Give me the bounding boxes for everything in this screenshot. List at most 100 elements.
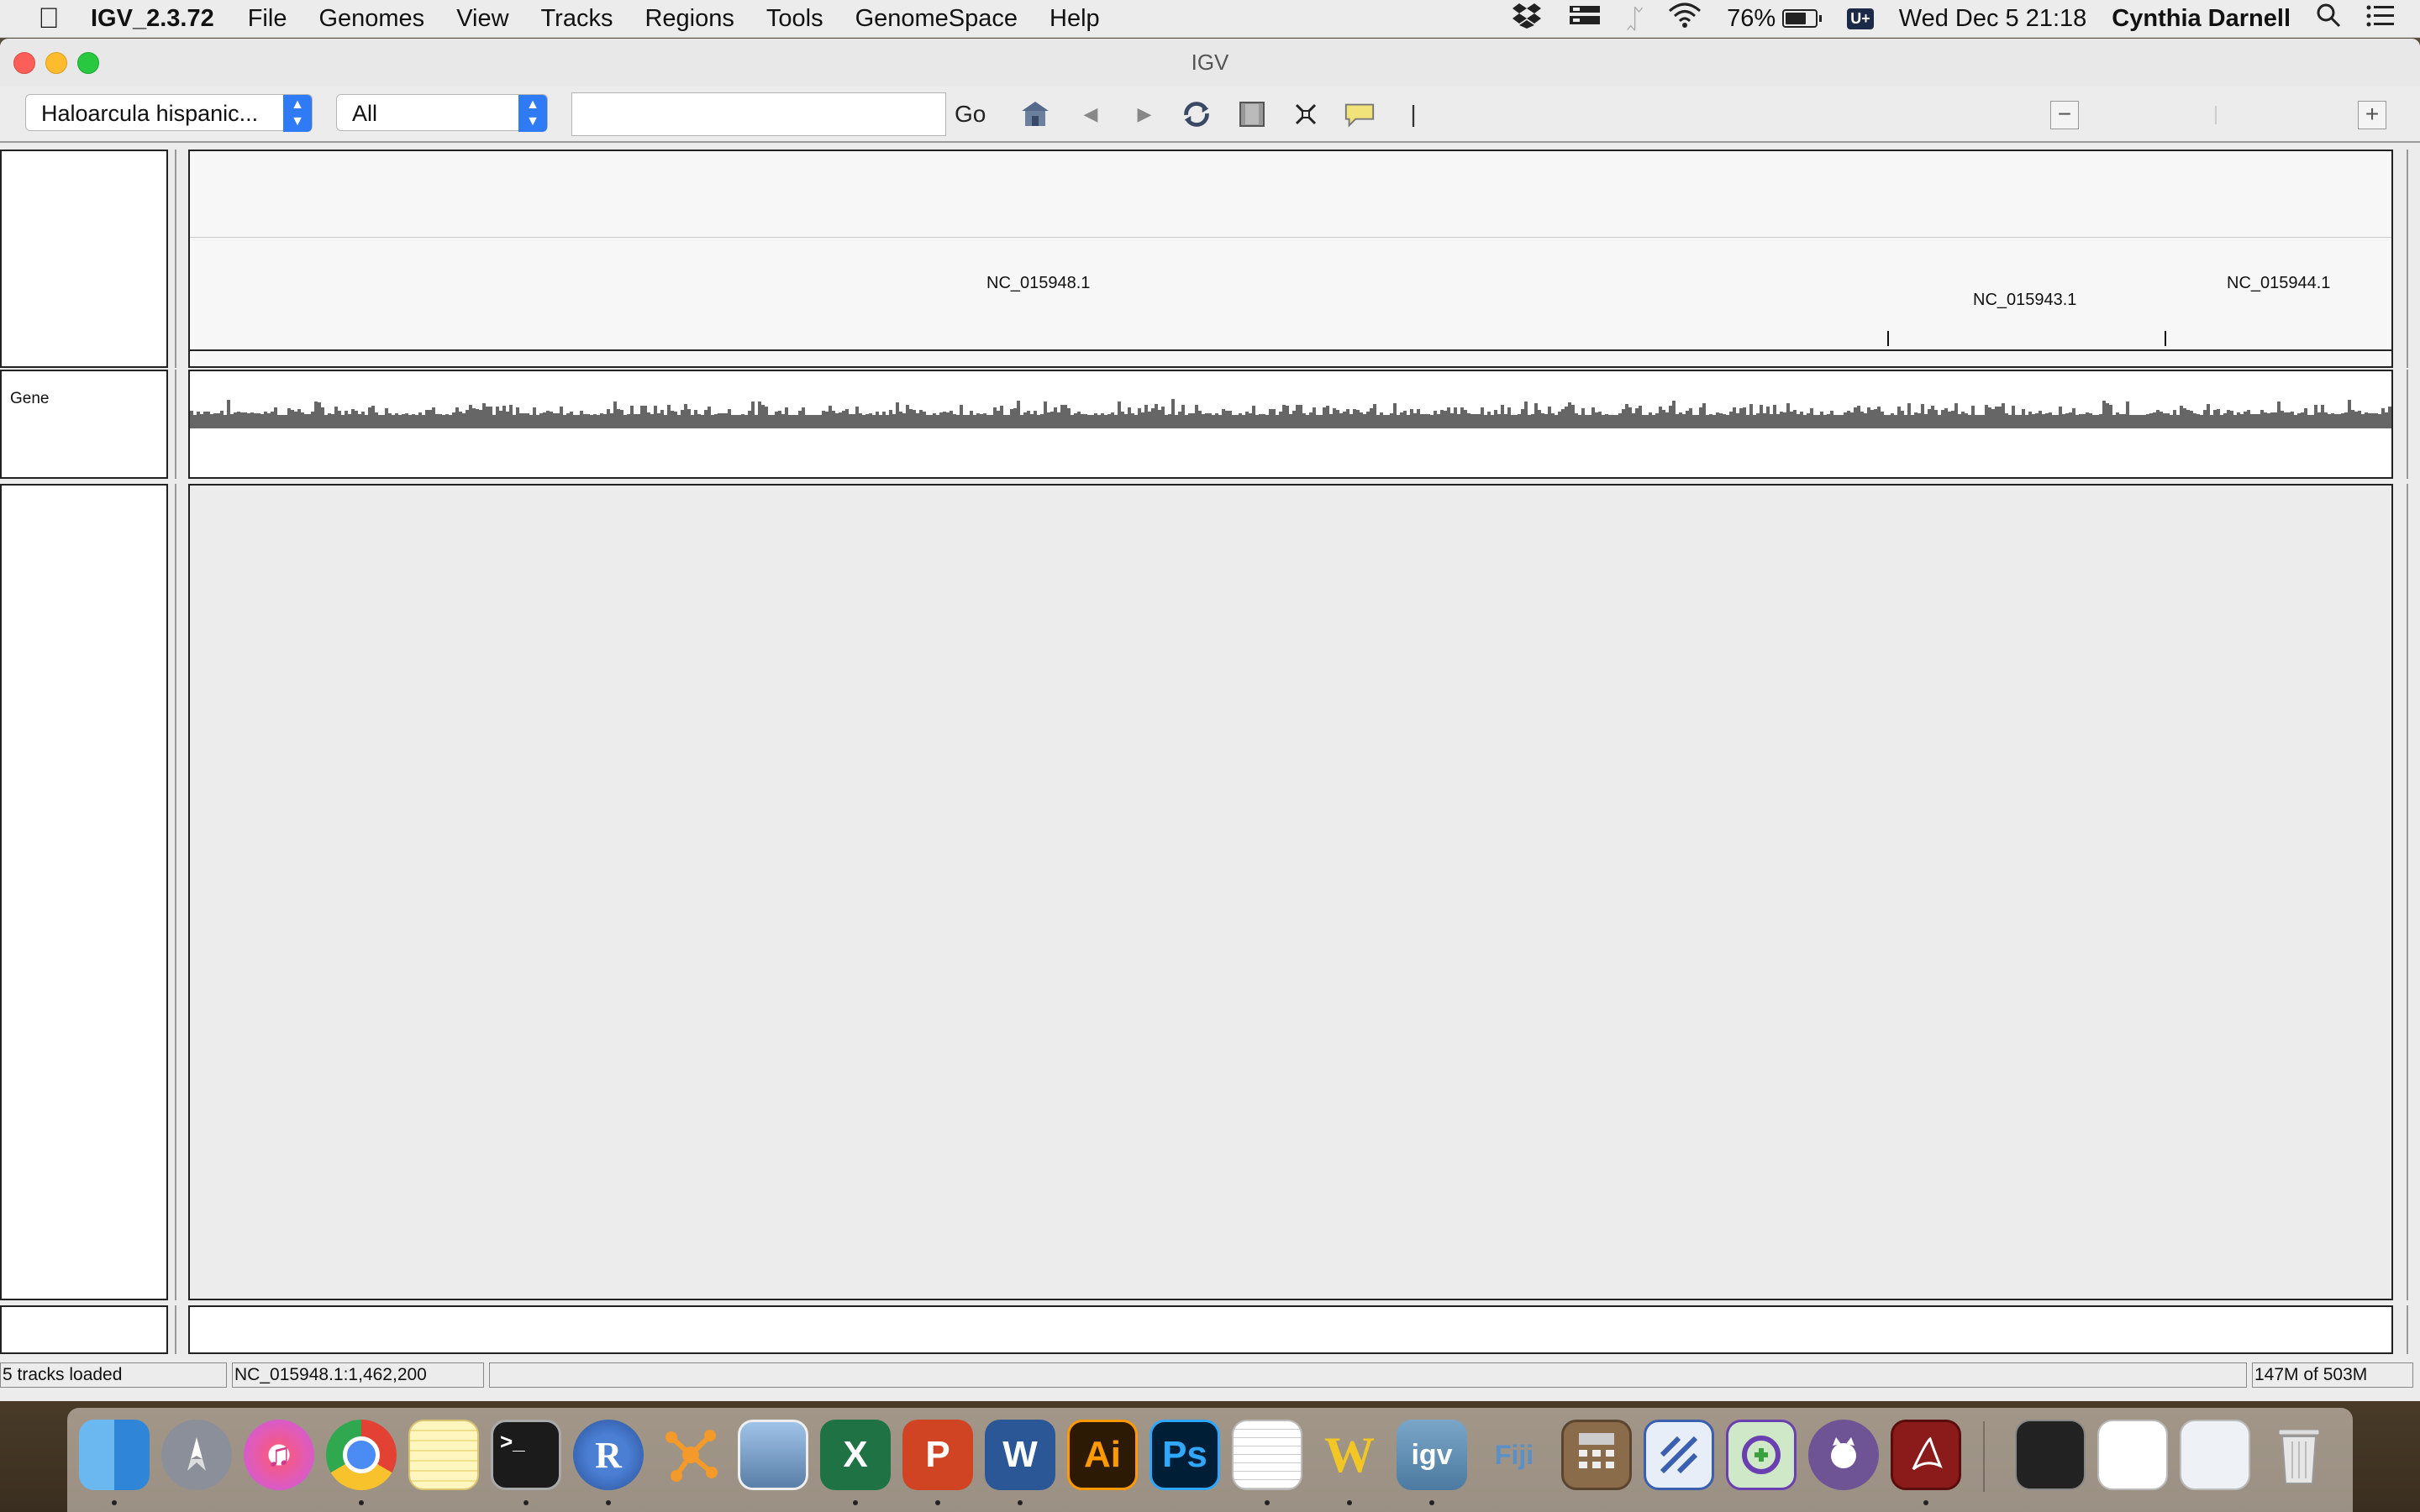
menu-genomes[interactable]: Genomes: [318, 5, 424, 33]
genome-ruler-line: [190, 349, 2391, 351]
chromosome-boundary-tick: [1887, 331, 1889, 346]
zoom-slider[interactable]: [2215, 106, 2217, 124]
menu-help[interactable]: Help: [1050, 5, 1100, 33]
finder-icon[interactable]: [79, 1420, 150, 1490]
chromosome-label[interactable]: NC_015948.1: [986, 274, 1090, 293]
scroll-gutter: [2400, 150, 2420, 368]
powerpoint-icon[interactable]: P: [902, 1420, 973, 1490]
menu-file[interactable]: File: [248, 5, 287, 33]
launchpad-icon[interactable]: [161, 1420, 232, 1490]
zoom-window-button[interactable]: [77, 52, 99, 74]
calculator-icon[interactable]: [1561, 1420, 1632, 1490]
data-track-panel[interactable]: [188, 484, 2393, 1300]
textedit-icon[interactable]: [1232, 1420, 1302, 1490]
chromosome-select[interactable]: All ▲ ▼: [336, 94, 548, 132]
cytoscape-icon[interactable]: [655, 1420, 726, 1490]
preview-icon[interactable]: [738, 1420, 808, 1490]
status-center: [489, 1362, 2247, 1388]
illustrator-icon[interactable]: Ai: [1067, 1420, 1138, 1490]
photoshop-icon[interactable]: Ps: [1150, 1420, 1220, 1490]
github-icon[interactable]: [1808, 1420, 1879, 1490]
menu-genomespace[interactable]: GenomeSpace: [855, 5, 1018, 33]
document-stack-icon[interactable]: [2097, 1420, 2168, 1490]
back-arrow-icon[interactable]: ◀: [1074, 97, 1107, 131]
clock[interactable]: Wed Dec 5 21:18: [1899, 5, 2087, 33]
itunes-icon[interactable]: ♫: [244, 1420, 314, 1490]
menu-regions[interactable]: Regions: [644, 5, 734, 33]
zoom-in-button[interactable]: +: [2358, 101, 2386, 129]
zoom-out-button[interactable]: −: [2050, 101, 2079, 129]
notification-center-icon[interactable]: [2366, 3, 2395, 34]
cursor-position: NC_015948.1:1,462,200: [232, 1362, 484, 1388]
apple-menu-icon[interactable]: : [30, 3, 67, 35]
battery-percent: 76%: [1727, 4, 1776, 32]
downloads-stack-icon[interactable]: [2015, 1420, 2086, 1490]
input-source-icon[interactable]: U+: [1847, 8, 1874, 29]
bluetooth-icon[interactable]: ᛢ: [1627, 3, 1643, 34]
toolbar: Haloarcula hispanic... ▲ ▼ All ▲ ▼ Go ◀ ▶ …: [0, 86, 2420, 143]
menu-view[interactable]: View: [456, 5, 508, 33]
chromosome-label[interactable]: NC_015943.1: [1973, 291, 2076, 310]
status-message: 5 tracks loaded: [0, 1362, 227, 1388]
battery-indicator[interactable]: 76%: [1727, 4, 1823, 33]
chromosome-label[interactable]: NC_015944.1: [2227, 274, 2330, 293]
spotlight-search-icon[interactable]: [2316, 3, 2341, 34]
memory-usage: 147M of 503M: [2252, 1362, 2413, 1388]
genome-select[interactable]: Haloarcula hispanic... ▲ ▼: [25, 94, 313, 132]
trash-icon[interactable]: [2264, 1420, 2334, 1490]
user-menu[interactable]: Cynthia Darnell: [2112, 5, 2291, 33]
cytoband-divider: [190, 237, 2391, 238]
data-track-name-panel[interactable]: [0, 484, 168, 1300]
igv-icon[interactable]: igv: [1397, 1420, 1467, 1490]
close-window-button[interactable]: [13, 52, 35, 74]
name-panel-divider[interactable]: [173, 1305, 182, 1354]
menu-tools[interactable]: Tools: [766, 5, 823, 33]
dock-separator: [1983, 1421, 1985, 1492]
resize-to-window-icon[interactable]: [1289, 97, 1323, 131]
popup-info-icon[interactable]: [1343, 97, 1376, 131]
notes-icon[interactable]: [408, 1420, 479, 1490]
ruler-toggle-icon[interactable]: |: [1397, 97, 1430, 131]
feature-track-name-panel[interactable]: [0, 1305, 168, 1354]
feature-track-panel[interactable]: [188, 1305, 2393, 1354]
chrome-icon[interactable]: [326, 1420, 397, 1490]
acrobat-icon[interactable]: [1891, 1420, 1961, 1490]
genome-select-value: Haloarcula hispanic...: [41, 101, 259, 126]
status-bar: 5 tracks loaded NC_015948.1:1,462,200 14…: [0, 1359, 2420, 1389]
minimize-window-button[interactable]: [45, 52, 67, 74]
wiley-icon[interactable]: W: [1314, 1420, 1385, 1490]
window-title: IGV: [1191, 50, 1229, 75]
refresh-icon[interactable]: [1180, 97, 1213, 131]
gene-density-plot: [190, 399, 2391, 428]
sourcetree-icon[interactable]: [1644, 1420, 1714, 1490]
app-menu[interactable]: IGV_2.3.72: [91, 5, 214, 33]
excel-icon[interactable]: X: [820, 1420, 891, 1490]
genome-select-arrow-icon: ▲ ▼: [283, 95, 312, 132]
window-titlebar[interactable]: IGV: [0, 39, 2420, 86]
name-panel-divider[interactable]: [173, 150, 182, 368]
fiji-icon[interactable]: Fiji: [1479, 1420, 1549, 1490]
r-icon[interactable]: R: [573, 1420, 644, 1490]
region-of-interest-icon[interactable]: [1235, 97, 1269, 131]
drive-icon[interactable]: [1568, 3, 1602, 34]
dropbox-icon[interactable]: [1511, 2, 1543, 35]
chromosome-ruler-panel[interactable]: NC_015948.1 NC_015943.1 NC_015944.1: [188, 150, 2393, 368]
home-icon[interactable]: [1018, 97, 1052, 131]
citrix-icon[interactable]: [1726, 1420, 1797, 1490]
screenshot-stack-icon[interactable]: [2180, 1420, 2250, 1490]
dock: ♫ >_ R X P W Ai Ps W igv Fiji: [67, 1408, 2353, 1512]
gene-track-name-panel[interactable]: Gene: [0, 370, 168, 479]
go-button[interactable]: Go: [955, 92, 986, 136]
chromosome-boundary-tick: [2165, 331, 2166, 346]
forward-arrow-icon[interactable]: ▶: [1128, 97, 1161, 131]
wifi-icon[interactable]: [1668, 3, 1702, 34]
word-icon[interactable]: W: [985, 1420, 1055, 1490]
menu-tracks[interactable]: Tracks: [541, 5, 613, 33]
name-panel-divider[interactable]: [173, 370, 182, 479]
locus-search-input[interactable]: [571, 92, 946, 136]
igv-window: IGV Haloarcula hispanic... ▲ ▼ All ▲ ▼ Go …: [0, 39, 2420, 1401]
terminal-icon[interactable]: >_: [491, 1420, 561, 1490]
gene-track-data-panel[interactable]: [188, 370, 2393, 479]
header-name-panel: [0, 150, 168, 368]
name-panel-divider[interactable]: [173, 484, 182, 1300]
